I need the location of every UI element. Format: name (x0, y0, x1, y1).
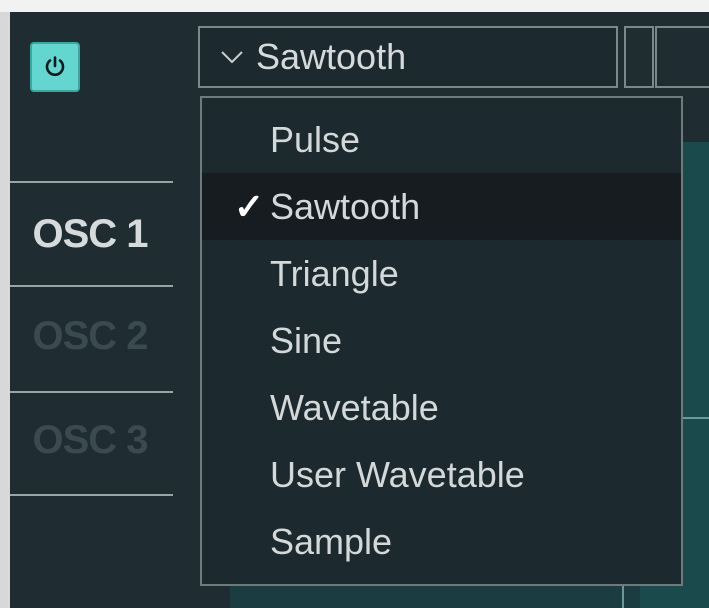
adjacent-control-box[interactable] (655, 26, 709, 88)
menu-item-triangle[interactable]: Triangle (202, 240, 681, 307)
menu-item-label: User Wavetable (270, 453, 525, 495)
menu-item-label: Triangle (270, 252, 399, 294)
waveform-select[interactable]: Sawtooth (198, 26, 618, 88)
tab-osc-3[interactable]: OSC 3 (10, 418, 170, 463)
menu-item-label: Sample (270, 520, 393, 562)
window-top-edge (0, 0, 709, 12)
menu-item-label: Pulse (270, 118, 361, 160)
synth-oscillator-panel: OSC 1 OSC 2 OSC 3 Sawtooth Pulse ✓ Sawto… (10, 12, 709, 608)
window-left-edge (0, 12, 10, 608)
osc-divider (10, 181, 173, 183)
waveform-dropdown-menu: Pulse ✓ Sawtooth Triangle Sine Wavetable… (200, 96, 683, 586)
menu-item-label: Sine (270, 319, 343, 361)
menu-item-user-wavetable[interactable]: User Wavetable (202, 441, 681, 508)
menu-item-label: Sawtooth (270, 185, 421, 227)
waveform-select-value: Sawtooth (256, 36, 407, 77)
osc-divider (10, 285, 173, 287)
menu-item-pulse[interactable]: Pulse (202, 106, 681, 173)
power-button[interactable] (30, 42, 80, 92)
osc-divider (10, 494, 173, 496)
menu-item-sine[interactable]: Sine (202, 307, 681, 374)
menu-item-wavetable[interactable]: Wavetable (202, 374, 681, 441)
power-icon (45, 56, 65, 76)
chevron-down-icon (221, 51, 243, 64)
tab-osc-2[interactable]: OSC 2 (10, 314, 170, 359)
osc-divider (10, 391, 173, 393)
menu-item-label: Wavetable (270, 386, 439, 428)
tab-osc-1[interactable]: OSC 1 (10, 212, 170, 257)
menu-item-sawtooth[interactable]: ✓ Sawtooth (202, 173, 681, 240)
select-separator-box (624, 26, 654, 88)
menu-item-sample[interactable]: Sample (202, 508, 681, 575)
checkmark-icon: ✓ (234, 185, 265, 227)
